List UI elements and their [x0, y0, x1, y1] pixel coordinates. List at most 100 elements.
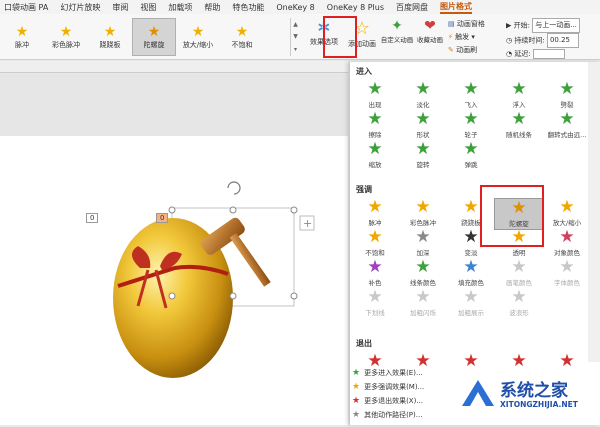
watermark-title: 系统之家 — [500, 381, 568, 401]
emphasis-effect-label: 加粗展示 — [458, 309, 484, 317]
star-icon: ★ — [559, 351, 575, 371]
emphasis-effect[interactable]: ★ 加深 — [398, 228, 448, 260]
emphasis-effect[interactable]: ★ 对象颜色 — [542, 228, 592, 260]
emphasis-effect[interactable]: ★ 补色 — [350, 258, 400, 290]
emphasis-effect[interactable]: ★ 字体颜色 — [542, 258, 592, 290]
menu-tab[interactable]: 视图 — [140, 2, 156, 13]
star-icon: ★ — [463, 79, 479, 99]
star-icon: ★ — [59, 24, 73, 40]
entrance-effect-label: 弹跳 — [464, 161, 478, 169]
egg-picture[interactable]: + — [0, 136, 348, 425]
panel-scrollbar[interactable] — [588, 62, 600, 362]
section-entrance: 进入 — [356, 67, 372, 76]
entrance-effect-label: 出现 — [368, 101, 382, 109]
menu-tab[interactable]: 加载项 — [168, 2, 192, 13]
star-icon: ★ — [147, 24, 161, 40]
menu-tab[interactable]: OneKey 8 Plus — [327, 3, 384, 12]
emphasis-effect[interactable]: ★ 画笔颜色 — [494, 258, 544, 290]
add-animation-highlight — [323, 16, 357, 58]
star-icon: ★ — [235, 24, 249, 40]
star-icon: ★ — [463, 287, 479, 307]
emphasis-effect[interactable]: ★ 加粗闪烁 — [398, 288, 448, 320]
entrance-effect-label: 劈裂 — [560, 101, 574, 109]
star-icon: ★ — [191, 24, 205, 40]
emphasis-effect[interactable]: ★ 放大/缩小 — [542, 198, 592, 230]
entrance-effect[interactable]: ★ 劈裂 — [542, 80, 592, 112]
emphasis-effect[interactable]: ★ 不饱和 — [350, 228, 400, 260]
gallery-effect-label: 放大/缩小 — [182, 41, 214, 49]
entrance-effect[interactable]: ★ 飞入 — [446, 80, 496, 112]
emphasis-effect[interactable]: ★ 下划线 — [350, 288, 400, 320]
emphasis-effect[interactable]: ★ 脉冲 — [350, 198, 400, 230]
emphasis-effect-label: 彩色脉冲 — [410, 219, 436, 227]
delay-row: ◔ 延迟: — [506, 48, 600, 61]
entrance-effect[interactable]: ★ 出现 — [350, 80, 400, 112]
start-icon: ▶ — [506, 21, 512, 30]
star-icon: ★ — [352, 367, 361, 378]
entrance-effect[interactable]: ★ 形状 — [398, 110, 448, 142]
menu-bar: 口袋动画 PA 幻灯片放映 审阅 视图 加载项 帮助 特色功能 OneKey 8 OneKey … — [0, 0, 600, 14]
emphasis-effect-label: 加粗闪烁 — [410, 309, 436, 317]
emphasis-effect-label: 字体颜色 — [554, 279, 580, 287]
emphasis-effect-label: 对象颜色 — [554, 249, 580, 257]
delay-input[interactable] — [532, 49, 565, 59]
menu-tab[interactable]: 特色功能 — [232, 2, 264, 13]
toolbar-strip — [0, 61, 348, 73]
star-icon: ★ — [511, 257, 527, 277]
star-icon: ★ — [559, 79, 575, 99]
gallery-effect-label: 陀螺旋 — [143, 41, 165, 49]
entrance-effect[interactable]: ★ 轮子 — [446, 110, 496, 142]
gallery-effect[interactable]: ★ 放大/缩小 — [176, 18, 220, 56]
animation-ribbon: ★ 脉冲 ★ 彩色脉冲 ★ 跷跷板 ★ 陀螺旋 ★ 放大/缩小 ★ 不饱和 ▲ ▼ ▾ ✲ 效果选项 ☆ … — [0, 14, 600, 70]
section-exit: 退出 — [356, 339, 372, 348]
menu-tab[interactable]: 帮助 — [204, 2, 220, 13]
entrance-effect-label: 缩放 — [368, 161, 382, 169]
painter-icon: ✎ — [448, 46, 454, 54]
gallery-effect[interactable]: ★ 不饱和 — [220, 18, 264, 56]
collect-animation-icon: ❤ — [424, 18, 436, 34]
entrance-effect[interactable]: ★ 淡化 — [398, 80, 448, 112]
more-effects-label: 更多退出效果(X)... — [364, 396, 424, 405]
entrance-effect[interactable]: ★ 缩放 — [350, 140, 400, 172]
entrance-effect[interactable]: ★ 浮入 — [494, 80, 544, 112]
emphasis-effect[interactable]: ★ 线条颜色 — [398, 258, 448, 290]
animation-pane-button[interactable]: ▤ 动画窗格 — [448, 18, 504, 31]
entrance-effect[interactable]: ★ 弹跳 — [446, 140, 496, 172]
menu-tab[interactable]: 图片格式 — [440, 1, 473, 14]
entrance-effect[interactable]: ★ 随机线条 — [494, 110, 544, 142]
entrance-effect[interactable]: ★ 翻转式由远... — [542, 110, 592, 142]
emphasis-effect[interactable]: ★ 加粗展示 — [446, 288, 496, 320]
menu-tab[interactable]: 审阅 — [112, 2, 128, 13]
entrance-effect-label: 随机线条 — [506, 131, 532, 139]
emphasis-effect[interactable]: ★ 填充颜色 — [446, 258, 496, 290]
star-icon: ★ — [15, 24, 29, 40]
menu-tab[interactable]: 幻灯片放映 — [60, 2, 100, 13]
star-icon: ★ — [367, 197, 383, 217]
entrance-effect-label: 翻转式由远... — [547, 131, 587, 139]
collect-animation-button[interactable]: ❤ 收藏动画 — [413, 18, 447, 44]
custom-animation-button[interactable]: ✦ 自定义动画 — [380, 18, 414, 44]
trigger-button[interactable]: ⚡ 触发 ▾ — [448, 31, 504, 44]
star-icon: ★ — [367, 109, 383, 129]
star-icon: ★ — [103, 24, 117, 40]
entrance-effect[interactable]: ★ 旋转 — [398, 140, 448, 172]
start-select[interactable]: 与上一动画... — [532, 18, 581, 33]
entrance-effect[interactable]: ★ 擦除 — [350, 110, 400, 142]
star-icon: ★ — [367, 257, 383, 277]
entrance-effect-label: 轮子 — [464, 131, 478, 139]
menu-tab[interactable]: OneKey 8 — [276, 3, 314, 12]
rotate-handle-icon[interactable] — [227, 181, 241, 195]
emphasis-effect[interactable]: ★ 彩色脉冲 — [398, 198, 448, 230]
gallery-effect[interactable]: ★ 彩色脉冲 — [44, 18, 88, 56]
gallery-scroll[interactable]: ▲ ▼ ▾ — [290, 18, 300, 56]
trigger-icon: ⚡ — [448, 33, 453, 41]
menu-tab[interactable]: 口袋动画 PA — [4, 2, 48, 13]
duration-input[interactable]: 00.25 — [546, 33, 579, 48]
gallery-effect[interactable]: ★ 脉冲 — [0, 18, 44, 56]
menu-tab[interactable]: 百度网盘 — [396, 2, 428, 13]
star-icon: ★ — [367, 139, 383, 159]
animation-painter-button[interactable]: ✎ 动画刷 — [448, 44, 504, 57]
gallery-effect[interactable]: ★ 跷跷板 — [88, 18, 132, 56]
gallery-effect[interactable]: ★ 陀螺旋 — [132, 18, 176, 56]
emphasis-effect[interactable]: ★ 波浪形 — [494, 288, 544, 320]
